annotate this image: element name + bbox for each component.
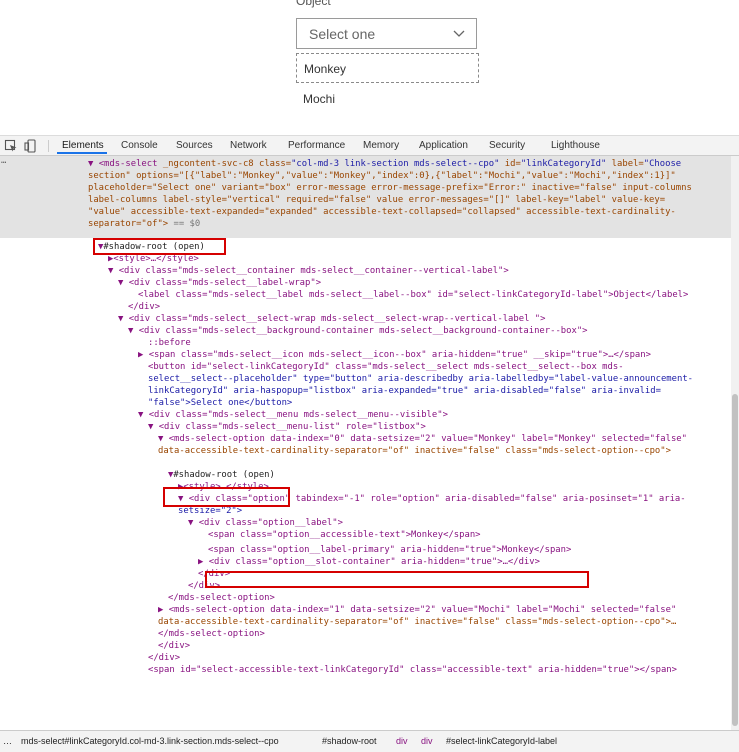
breadcrumb: … mds-select#linkCategoryId.col-md-3.lin… xyxy=(0,730,739,752)
inspect-element-icon[interactable] xyxy=(4,139,18,153)
field-label: Object xyxy=(296,0,331,8)
node-actions-ellipsis[interactable]: … xyxy=(1,156,6,168)
tab-elements[interactable]: Elements xyxy=(62,140,104,151)
tree-line[interactable]: select__select--placeholder" type="butto… xyxy=(148,374,693,386)
tree-line[interactable]: ▼ <div class="option__label"> xyxy=(188,518,343,530)
tree-line[interactable]: </div> xyxy=(148,653,180,665)
tree-line[interactable]: ▶ <span class="mds-select__icon mds-sele… xyxy=(138,350,651,362)
breadcrumb-item[interactable]: div xyxy=(396,736,408,746)
tree-line[interactable]: ▶<style>…</style> xyxy=(108,254,199,266)
highlight-box xyxy=(163,487,290,507)
tree-line[interactable]: ▼ <div class="mds-select__background-con… xyxy=(128,326,588,338)
tab-performance[interactable]: Performance xyxy=(288,140,345,151)
tree-line[interactable]: <span class="option__accessible-text">Mo… xyxy=(208,530,481,542)
chevron-down-icon xyxy=(453,30,465,37)
tree-scrollbar[interactable] xyxy=(731,156,739,730)
highlight-box xyxy=(93,238,226,255)
tree-line[interactable]: ▶ <mds-select-option data-index="1" data… xyxy=(158,605,676,617)
shadow-root-node[interactable]: ▼#shadow-root (open) xyxy=(168,470,275,482)
label-primary-node[interactable]: <span class="option__label-primary" aria… xyxy=(208,545,571,557)
tab-sources[interactable]: Sources xyxy=(176,140,213,151)
tree-line[interactable]: <button id="select-linkCategoryId" class… xyxy=(148,362,624,374)
tab-console[interactable]: Console xyxy=(121,140,158,151)
elements-tree: … ▼ <mds-select _ngcontent-svc-c8 class=… xyxy=(0,156,731,730)
option-monkey[interactable]: Monkey xyxy=(296,53,479,83)
tree-line[interactable]: ▼ <div class="mds-select__container mds-… xyxy=(108,266,509,278)
tree-line[interactable]: ▼ <div class="mds-select__menu-list" rol… xyxy=(148,422,426,434)
tree-line[interactable]: separator="of"> == $0 xyxy=(88,219,200,231)
tab-network[interactable]: Network xyxy=(230,140,267,151)
device-toolbar-icon[interactable] xyxy=(24,139,38,153)
breadcrumb-item[interactable]: div xyxy=(421,736,433,746)
tree-line[interactable]: "value" accessible-text-expanded="expand… xyxy=(88,207,676,219)
tree-line[interactable]: </mds-select-option> xyxy=(168,593,275,605)
tree-line[interactable]: placeholder="Select one" variant="box" e… xyxy=(88,183,692,195)
tab-application[interactable]: Application xyxy=(419,140,468,151)
toolbar-divider xyxy=(48,140,49,152)
tree-line[interactable]: ▼ <div class="mds-select__label-wrap"> xyxy=(118,278,321,290)
tree-line[interactable]: ▼ <div class="mds-select__select-wrap md… xyxy=(118,314,545,326)
active-tab-indicator xyxy=(57,152,107,154)
devtools-tabbar: Elements Console Sources Network Perform… xyxy=(0,136,739,156)
tree-line[interactable]: ▶ <div class="option__slot-container" ar… xyxy=(198,557,540,569)
tree-line[interactable]: "false">Select one</button> xyxy=(148,398,292,410)
tree-line[interactable]: ▼ <mds-select-option data-index="0" data… xyxy=(158,434,687,446)
breadcrumb-item[interactable]: mds-select#linkCategoryId.col-md-3.link-… xyxy=(21,736,279,746)
tree-line[interactable]: </div> xyxy=(128,302,160,314)
tree-line[interactable]: section" options="[{"label":"Monkey","va… xyxy=(88,171,676,183)
tree-line[interactable]: data-accessible-text-cardinality-separat… xyxy=(158,617,676,629)
tree-line[interactable]: data-accessible-text-cardinality-separat… xyxy=(158,446,671,458)
tree-line[interactable]: </mds-select-option> xyxy=(158,629,265,641)
highlight-box xyxy=(205,571,589,588)
select-placeholder: Select one xyxy=(309,26,376,42)
tree-line[interactable]: label-columns label-style="vertical" req… xyxy=(88,195,665,207)
option-mochi[interactable]: Mochi xyxy=(296,84,479,114)
tab-lighthouse[interactable]: Lighthouse xyxy=(551,140,600,151)
breadcrumb-item[interactable]: #select-linkCategoryId-label xyxy=(446,736,557,746)
tree-line[interactable]: ▼ <mds-select _ngcontent-svc-c8 class="c… xyxy=(88,159,681,171)
tree-line[interactable]: ▼ <div class="mds-select__menu mds-selec… xyxy=(138,410,448,422)
tree-line[interactable]: linkCategoryId" aria-haspopup="listbox" … xyxy=(148,386,661,398)
tab-memory[interactable]: Memory xyxy=(363,140,399,151)
breadcrumb-ellipsis[interactable]: … xyxy=(3,736,12,746)
tree-line[interactable]: <span id="select-accessible-text-linkCat… xyxy=(148,665,677,677)
category-select[interactable]: Select one xyxy=(296,18,477,49)
tree-line[interactable]: setsize="2"> xyxy=(178,506,242,518)
tree-line[interactable]: </div> xyxy=(158,641,190,653)
tree-line[interactable]: ::before xyxy=(148,338,191,350)
breadcrumb-item[interactable]: #shadow-root xyxy=(322,736,377,746)
select-menu: Monkey Mochi xyxy=(296,53,479,115)
tree-line[interactable]: <label class="mds-select__label mds-sele… xyxy=(138,290,688,302)
tab-security[interactable]: Security xyxy=(489,140,525,151)
page-preview: Object Select one Monkey Mochi xyxy=(0,0,739,136)
scrollbar-thumb[interactable] xyxy=(732,394,738,726)
